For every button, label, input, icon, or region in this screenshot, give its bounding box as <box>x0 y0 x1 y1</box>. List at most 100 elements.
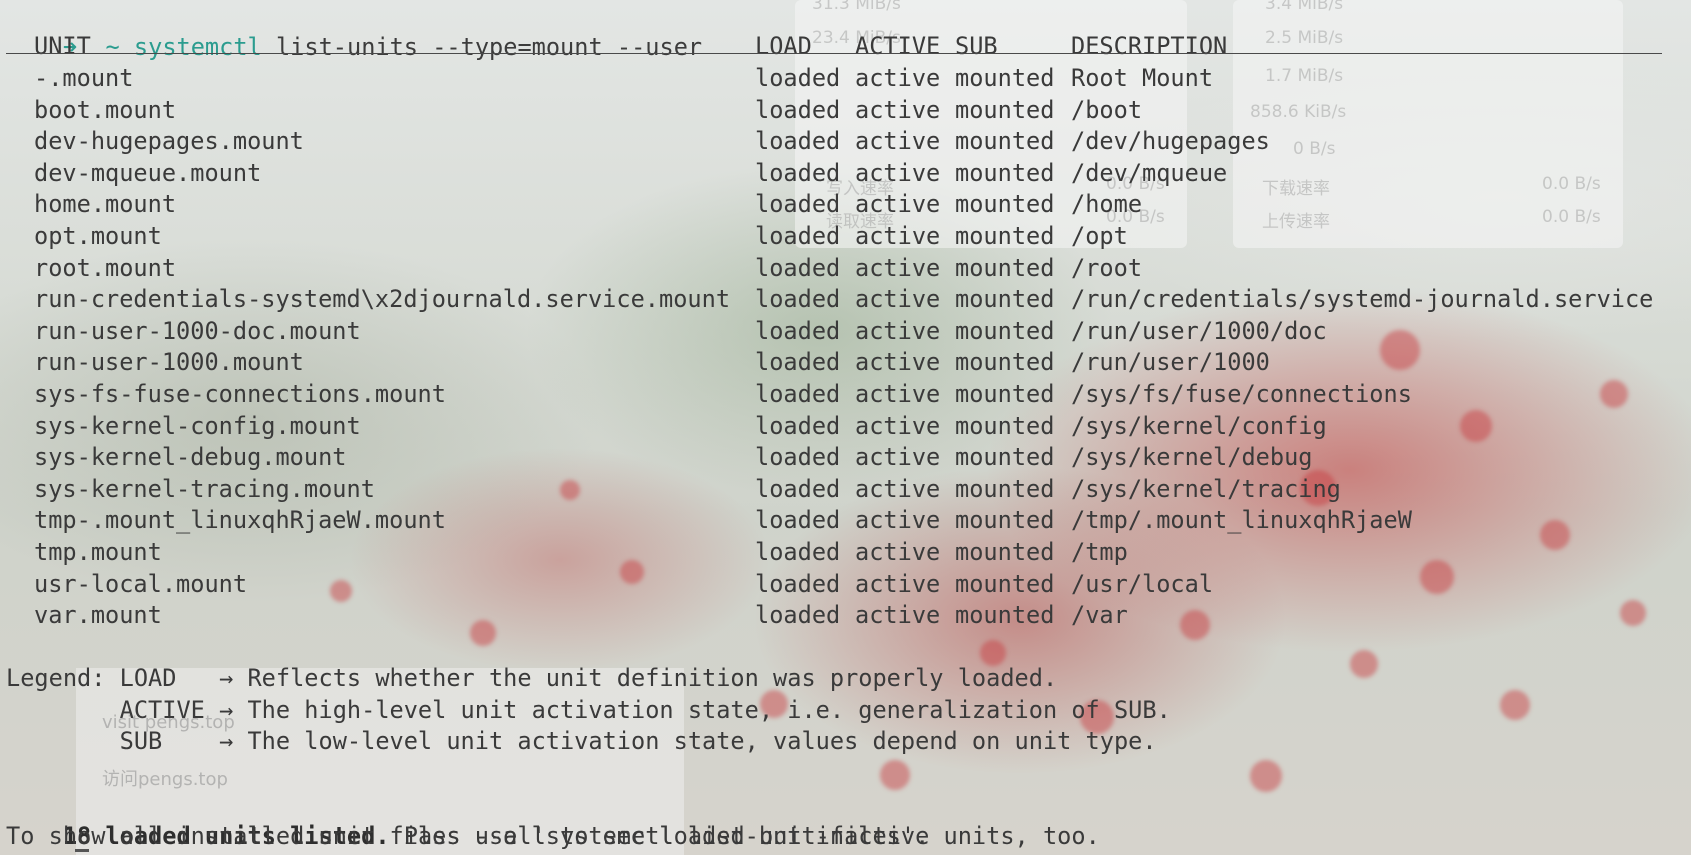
load-state: loaded <box>755 538 841 566</box>
header-active: ACTIVE <box>855 32 941 60</box>
unit-name: opt.mount <box>34 222 162 250</box>
sub-state: mounted <box>955 380 1055 408</box>
terminal-cursor <box>75 849 89 852</box>
active-state: active <box>855 443 941 472</box>
legend-line: Legend: LOAD → Reflects whether the unit… <box>6 664 1058 692</box>
active-state: active <box>855 348 941 377</box>
header-load: LOAD <box>755 32 812 60</box>
unit-description: /tmp/.mount_linuxqhRjaeW <box>1071 506 1412 535</box>
sub-state: mounted <box>955 474 1055 503</box>
unit-description: /usr/local <box>1071 569 1214 598</box>
sub-state: mounted <box>955 411 1055 440</box>
active-state: active <box>855 95 941 124</box>
active-state: active <box>855 411 941 440</box>
sub-state: mounted <box>955 285 1055 314</box>
load-state: loaded <box>755 253 841 282</box>
unit-description: /opt <box>1071 222 1128 250</box>
active-state: active <box>855 127 941 156</box>
sub-state: mounted <box>955 601 1055 630</box>
unit-description: /tmp <box>1071 538 1128 566</box>
unit-name: boot.mount <box>34 95 177 124</box>
unit-description: /home <box>1071 190 1143 219</box>
active-state: active <box>855 158 941 187</box>
unit-files-hint: To show all installed unit files use 'sy… <box>6 822 930 850</box>
unit-description: /sys/kernel/tracing <box>1071 474 1341 503</box>
sub-state: mounted <box>955 158 1055 187</box>
header-unit: UNIT <box>34 32 91 60</box>
load-state: loaded <box>755 380 841 408</box>
unit-name: tmp.mount <box>34 538 162 566</box>
unit-name: dev-hugepages.mount <box>34 127 304 156</box>
header-underline <box>6 53 1662 54</box>
active-state: active <box>855 222 941 250</box>
load-state: loaded <box>755 285 841 314</box>
unit-name: sys-fs-fuse-connections.mount <box>34 380 446 408</box>
unit-description: /root <box>1071 253 1143 282</box>
load-state: loaded <box>755 190 841 219</box>
unit-name: sys-kernel-config.mount <box>34 411 361 440</box>
unit-name: run-user-1000.mount <box>34 348 304 377</box>
command-args: list-units --type=mount --user <box>275 32 703 61</box>
load-state: loaded <box>755 64 841 92</box>
load-state: loaded <box>755 411 841 440</box>
active-state: active <box>855 253 941 282</box>
load-state: loaded <box>755 127 841 156</box>
unit-description: Root Mount <box>1071 64 1214 92</box>
unit-name: var.mount <box>34 601 162 630</box>
load-state: loaded <box>755 569 841 598</box>
active-state: active <box>855 285 941 314</box>
active-state: active <box>855 601 941 630</box>
unit-description: /dev/mqueue <box>1071 158 1228 187</box>
unit-description: /dev/hugepages <box>1071 127 1270 156</box>
sub-state: mounted <box>955 127 1055 156</box>
unit-description: /sys/fs/fuse/connections <box>1071 380 1412 408</box>
unit-description: /boot <box>1071 95 1143 124</box>
header-sub: SUB <box>955 32 998 60</box>
unit-description: /run/credentials/systemd-journald.servic… <box>1071 285 1654 314</box>
active-state: active <box>855 64 941 92</box>
unit-name: usr-local.mount <box>34 569 248 598</box>
active-state: active <box>855 380 941 408</box>
sub-state: mounted <box>955 190 1055 219</box>
sub-state: mounted <box>955 95 1055 124</box>
prompt-cwd: ~ <box>105 32 120 61</box>
header-description: DESCRIPTION <box>1071 32 1228 60</box>
terminal-output[interactable]: ➜ ~ systemctl list-units --type=mount --… <box>0 0 1691 855</box>
load-state: loaded <box>755 348 841 377</box>
load-state: loaded <box>755 316 841 345</box>
sub-state: mounted <box>955 64 1055 92</box>
unit-name: run-credentials-systemd\x2djournald.serv… <box>34 285 731 314</box>
active-state: active <box>855 190 941 219</box>
load-state: loaded <box>755 95 841 124</box>
load-state: loaded <box>755 474 841 503</box>
unit-description: /var <box>1071 601 1128 630</box>
unit-name: run-user-1000-doc.mount <box>34 316 361 345</box>
sub-state: mounted <box>955 253 1055 282</box>
unit-name: home.mount <box>34 190 177 219</box>
prompt-line: ➜ ~ systemctl list-units --type=mount --… <box>6 0 702 61</box>
load-state: loaded <box>755 222 841 250</box>
load-state: loaded <box>755 601 841 630</box>
unit-name: sys-kernel-debug.mount <box>34 443 347 472</box>
sub-state: mounted <box>955 506 1055 535</box>
active-state: active <box>855 316 941 345</box>
unit-name: dev-mqueue.mount <box>34 158 262 187</box>
legend-line: ACTIVE → The high-level unit activation … <box>6 696 1171 724</box>
sub-state: mounted <box>955 569 1055 598</box>
sub-state: mounted <box>955 222 1055 250</box>
active-state: active <box>855 474 941 503</box>
unit-name: tmp-.mount_linuxqhRjaeW.mount <box>34 506 446 535</box>
unit-description: /run/user/1000/doc <box>1071 316 1327 345</box>
sub-state: mounted <box>955 316 1055 345</box>
unit-description: /sys/kernel/config <box>1071 411 1327 440</box>
unit-name: -.mount <box>34 64 134 92</box>
active-state: active <box>855 569 941 598</box>
active-state: active <box>855 506 941 535</box>
legend-line: SUB → The low-level unit activation stat… <box>6 727 1157 755</box>
load-state: loaded <box>755 443 841 472</box>
sub-state: mounted <box>955 443 1055 472</box>
summary-line: 18 loaded units listed. Pass --all to se… <box>6 789 1100 850</box>
load-state: loaded <box>755 158 841 187</box>
unit-name: root.mount <box>34 253 177 282</box>
unit-description: /sys/kernel/debug <box>1071 443 1313 472</box>
